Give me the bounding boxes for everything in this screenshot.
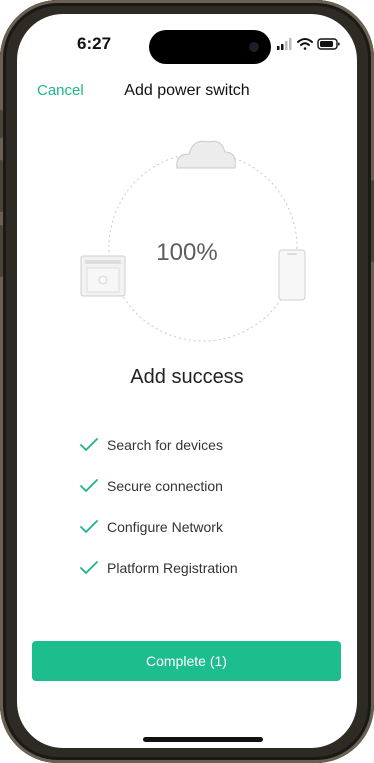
check-icon — [80, 560, 98, 574]
check-icon — [80, 437, 98, 451]
status-time: 6:27 — [77, 34, 112, 53]
status-bar: 6:27 — [17, 14, 357, 64]
check-icon — [80, 478, 98, 492]
wifi-icon — [297, 38, 313, 50]
progress-percent: 100% — [156, 239, 218, 266]
step-label: Platform Registration — [107, 559, 238, 576]
check-icon — [80, 519, 98, 533]
complete-button[interactable]: Complete (1) — [32, 641, 341, 681]
step-item: Configure Network — [79, 506, 339, 547]
cellular-signal-icon — [277, 38, 292, 50]
page-title: Add power switch — [124, 82, 250, 99]
battery-icon — [317, 38, 340, 50]
phone-frame: 6:27 Cancel Add power switch 100% Add su… — [0, 0, 374, 763]
cloud-icon — [176, 140, 236, 169]
step-item: Platform Registration — [79, 547, 339, 588]
step-item: Search for devices — [79, 424, 339, 465]
app-screen: 6:27 Cancel Add power switch 100% Add su… — [17, 14, 357, 748]
dynamic-island — [149, 30, 271, 64]
volume-up-button — [0, 160, 3, 212]
step-label: Search for devices — [107, 436, 223, 453]
step-label: Secure connection — [107, 477, 223, 494]
action-button — [0, 110, 3, 138]
step-label: Configure Network — [107, 518, 223, 535]
step-list: Search for devices Secure connection Con… — [79, 424, 339, 588]
result-title: Add success — [130, 366, 244, 388]
front-camera — [249, 42, 259, 52]
home-indicator[interactable] — [143, 737, 263, 742]
progress-illustration: 100% — [17, 124, 357, 354]
volume-down-button — [0, 225, 3, 277]
navigation-bar: Cancel Add power switch — [17, 78, 357, 108]
status-icons — [277, 38, 340, 50]
step-item: Secure connection — [79, 465, 339, 506]
